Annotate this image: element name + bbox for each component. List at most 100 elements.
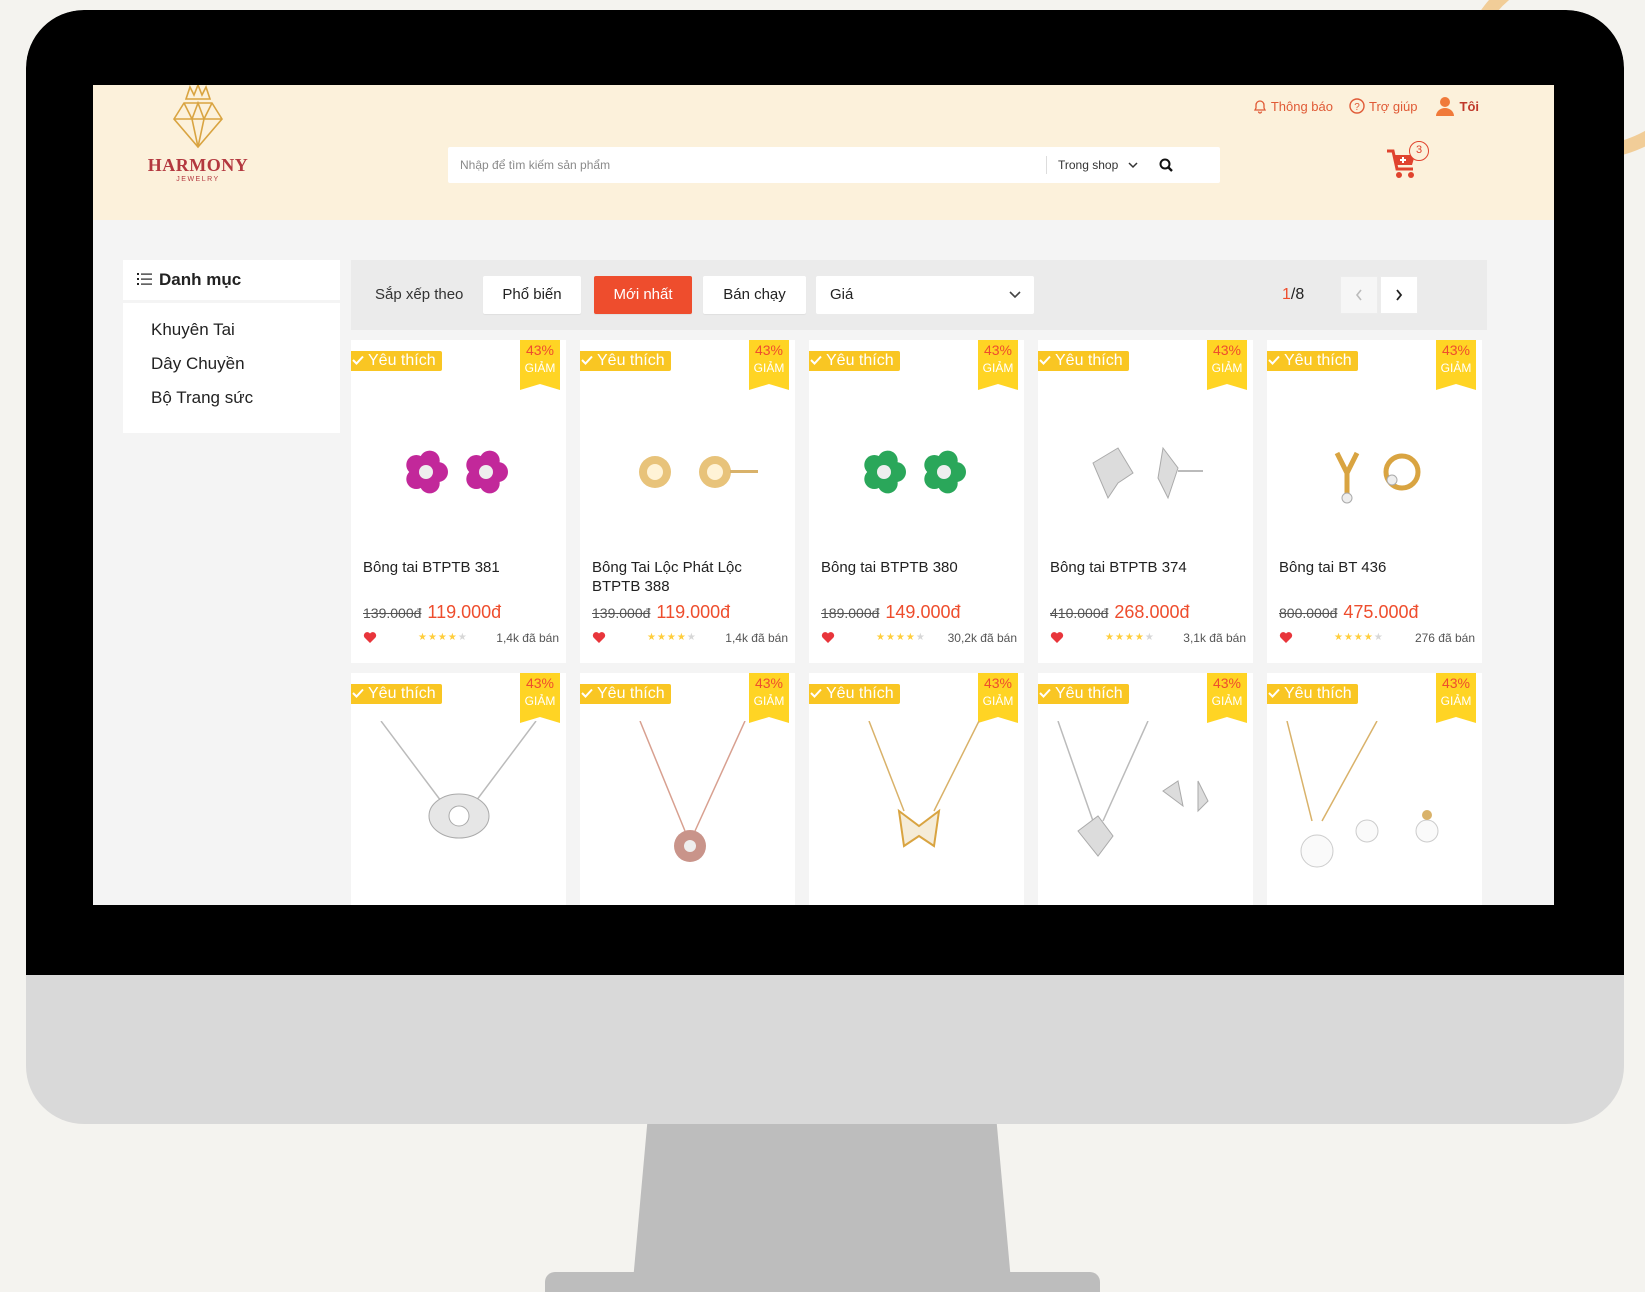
discount-percent: 43% xyxy=(1212,342,1242,358)
discount-badge: 43% GIẢM xyxy=(1207,340,1247,390)
sort-newest-button[interactable]: Mới nhất xyxy=(594,276,692,314)
next-page-button[interactable] xyxy=(1380,276,1418,314)
cart-button[interactable]: 3 xyxy=(1385,141,1433,181)
heart-icon[interactable] xyxy=(1050,631,1064,649)
gold-coin-earrings-image[interactable] xyxy=(580,388,795,548)
search-icon xyxy=(1159,158,1173,172)
product-card[interactable]: Yêu thích 43% GIẢM Bông tai BTPTB 381 139.00… xyxy=(351,340,566,663)
product-card[interactable]: Yêu thích 43% GIẢM xyxy=(809,673,1024,905)
rose-gold-pendant-necklace-image[interactable] xyxy=(580,721,795,881)
chevron-right-icon xyxy=(1396,289,1403,301)
favorite-label: Yêu thích xyxy=(368,352,436,369)
gold-butterfly-necklace-image[interactable] xyxy=(809,721,1024,881)
search-scope-dropdown[interactable]: Trong shop xyxy=(1058,147,1138,183)
sale-price: 149.000đ xyxy=(885,602,961,622)
product-card[interactable]: Yêu thích 43% GIẢM Bông tai BTPTB 374 410.00… xyxy=(1038,340,1253,663)
user-avatar-icon xyxy=(1435,97,1454,116)
product-name[interactable]: Bông tai BTPTB 374 xyxy=(1050,558,1245,577)
product-prices: 139.000đ 119.000đ xyxy=(592,602,730,623)
green-flower-earrings-image[interactable] xyxy=(809,388,1024,548)
check-icon xyxy=(810,351,822,371)
favorite-label: Yêu thích xyxy=(1055,685,1123,702)
gold-bow-earrings-image[interactable] xyxy=(1267,388,1482,548)
original-price: 410.000đ xyxy=(1050,605,1109,621)
product-name[interactable]: Bông tai BT 436 xyxy=(1279,558,1474,577)
product-name[interactable]: Bông tai BTPTB 381 xyxy=(363,558,558,577)
check-icon xyxy=(1268,684,1280,704)
discount-badge: 43% GIẢM xyxy=(1436,673,1476,723)
discount-label: GIẢM xyxy=(524,694,556,708)
mockup-stage: HARMONY JEWELRY Trong shop Thông báo xyxy=(0,0,1645,1292)
product-prices: 139.000đ 119.000đ xyxy=(363,602,501,623)
help-link[interactable]: ? Trợ giúp xyxy=(1349,98,1418,114)
pink-flower-earrings-image[interactable] xyxy=(351,388,566,548)
sort-bestseller-button[interactable]: Bán chạy xyxy=(703,276,806,314)
account-link[interactable]: Tôi xyxy=(1434,95,1480,117)
product-footer: ★★★★★ 1,4k đã bán xyxy=(592,630,788,646)
favorite-label: Yêu thích xyxy=(368,685,436,702)
logo-name: HARMONY xyxy=(147,155,249,175)
discount-badge: 43% GIẢM xyxy=(749,340,789,390)
discount-badge: 43% GIẢM xyxy=(1207,673,1247,723)
heart-icon[interactable] xyxy=(363,631,377,649)
discount-label: GIẢM xyxy=(1211,361,1243,375)
rating-stars: ★★★★★ xyxy=(876,632,926,643)
chevron-down-icon xyxy=(1128,162,1138,169)
favorite-label: Yêu thích xyxy=(1284,352,1352,369)
search-bar: Trong shop xyxy=(448,147,1220,183)
check-icon xyxy=(581,684,593,704)
silver-flower-necklace-image[interactable] xyxy=(351,721,566,881)
silver-leaf-necklace-set-image[interactable] xyxy=(1038,721,1253,881)
prev-page-button[interactable] xyxy=(1340,276,1378,314)
product-card[interactable]: Yêu thích 43% GIẢM Bông tai BT 436 800.000đ 4… xyxy=(1267,340,1482,663)
product-name[interactable]: Bông Tai Lộc Phát Lộc BTPTB 388 xyxy=(592,558,787,596)
favorite-badge: Yêu thích xyxy=(809,351,900,371)
account-label: Tôi xyxy=(1459,98,1480,114)
check-icon xyxy=(1039,351,1051,371)
category-item-day-chuyen[interactable]: Dây Chuyền xyxy=(151,347,340,381)
product-footer: ★★★★★ 3,1k đã bán xyxy=(1050,630,1246,646)
gold-pearl-necklace-set-image[interactable] xyxy=(1267,721,1482,881)
heart-icon[interactable] xyxy=(821,631,835,649)
favorite-badge: Yêu thích xyxy=(1038,351,1129,371)
check-icon xyxy=(352,684,364,704)
product-card[interactable]: Yêu thích 43% GIẢM xyxy=(580,673,795,905)
product-card[interactable]: Yêu thích 43% GIẢM xyxy=(1038,673,1253,905)
sort-bar: Sắp xếp theo Phổ biến Mới nhất Bán chạy … xyxy=(351,260,1487,330)
bell-icon xyxy=(1253,99,1266,114)
discount-percent: 43% xyxy=(983,675,1013,691)
favorite-badge: Yêu thích xyxy=(351,351,442,371)
product-card[interactable]: Yêu thích 43% GIẢM xyxy=(351,673,566,905)
original-price: 800.000đ xyxy=(1279,605,1338,621)
discount-label: GIẢM xyxy=(753,694,785,708)
category-item-khuyen-tai[interactable]: Khuyên Tai xyxy=(151,313,340,347)
search-input[interactable] xyxy=(460,147,1020,183)
product-card[interactable]: Yêu thích 43% GIẢM Bông tai BTPTB 380 189.00… xyxy=(809,340,1024,663)
favorite-label: Yêu thích xyxy=(1284,685,1352,702)
check-icon xyxy=(1039,684,1051,704)
discount-label: GIẢM xyxy=(1440,361,1472,375)
heart-icon[interactable] xyxy=(1279,631,1293,649)
product-footer: ★★★★★ 1,4k đã bán xyxy=(363,630,559,646)
diamond-crown-icon xyxy=(173,85,223,149)
product-card[interactable]: Yêu thích 43% GIẢM xyxy=(1267,673,1482,905)
product-name[interactable]: Bông tai BTPTB 380 xyxy=(821,558,1016,577)
shop-logo[interactable]: HARMONY JEWELRY xyxy=(143,85,253,195)
product-prices: 410.000đ 268.000đ xyxy=(1050,602,1189,623)
sold-count: 1,4k đã bán xyxy=(725,631,788,645)
sale-price: 268.000đ xyxy=(1114,602,1190,622)
search-button[interactable] xyxy=(1146,150,1186,180)
chevron-down-icon xyxy=(1009,291,1021,299)
original-price: 189.000đ xyxy=(821,605,880,621)
sort-popular-button[interactable]: Phổ biến xyxy=(483,276,581,314)
category-item-bo-trang-suc[interactable]: Bộ Trang sức xyxy=(151,381,340,415)
product-card[interactable]: Yêu thích 43% GIẢM Bông Tai Lộc Phát Lộc BT… xyxy=(580,340,795,663)
notifications-link[interactable]: Thông báo xyxy=(1253,99,1333,114)
heart-icon[interactable] xyxy=(592,631,606,649)
check-icon xyxy=(810,684,822,704)
product-prices: 800.000đ 475.000đ xyxy=(1279,602,1418,623)
check-icon xyxy=(581,351,593,371)
silver-leaf-earrings-image[interactable] xyxy=(1038,388,1253,548)
price-sort-select[interactable]: Giá xyxy=(816,276,1034,314)
favorite-label: Yêu thích xyxy=(1055,352,1123,369)
